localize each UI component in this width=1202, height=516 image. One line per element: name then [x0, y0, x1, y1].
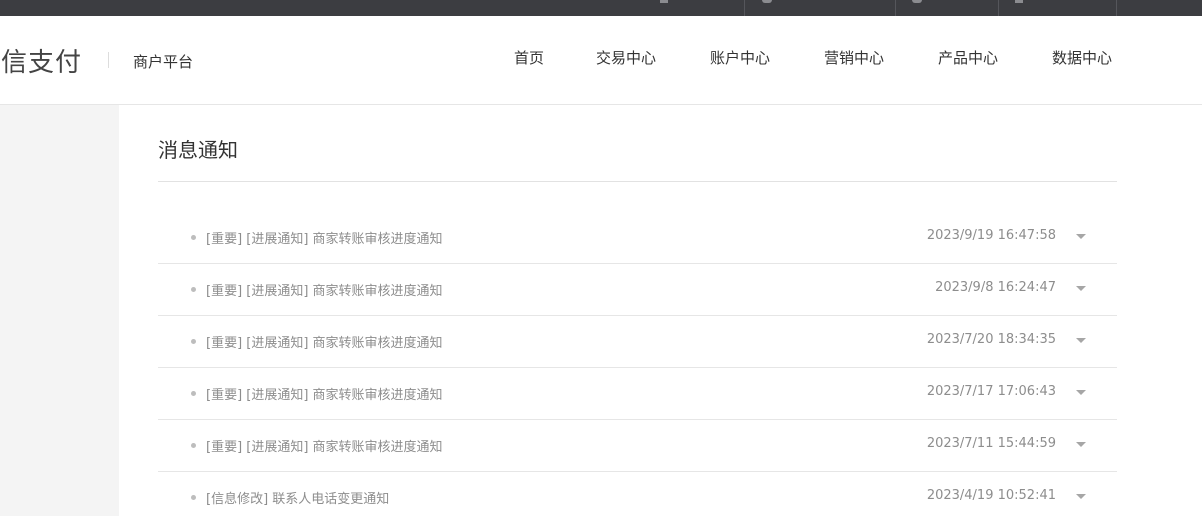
help-icon[interactable] — [912, 0, 922, 3]
header: 微信支付 商户平台 首页 交易中心 账户中心 营销中心 产品中心 数据中心 — [0, 16, 1202, 105]
page-title: 消息通知 — [158, 138, 238, 162]
message-time: 2023/7/17 17:06:43 — [926, 384, 1056, 399]
message-title[interactable]: [重要] [进展通知] 商家转账审核进度通知 — [206, 228, 443, 247]
nav-account[interactable]: 账户中心 — [710, 47, 770, 68]
bullet-icon — [191, 339, 196, 344]
logo-divider — [108, 52, 109, 68]
message-time: 2023/7/20 18:34:35 — [926, 332, 1056, 347]
expand-caret-icon[interactable] — [1076, 390, 1086, 395]
message-time: 2023/9/8 16:24:47 — [935, 280, 1056, 295]
bullet-icon — [191, 391, 196, 396]
bullet-icon — [191, 443, 196, 448]
expand-caret-icon[interactable] — [1076, 234, 1086, 239]
top-bar-divider — [744, 0, 745, 16]
brand-logo[interactable]: 微信支付 — [0, 42, 82, 79]
message-time: 2023/9/19 16:47:58 — [926, 228, 1056, 243]
message-time: 2023/7/11 15:44:59 — [926, 436, 1056, 451]
message-row[interactable]: [重要] [进展通知] 商家转账审核进度通知 2023/9/8 16:24:47 — [158, 263, 1117, 316]
message-time: 2023/4/19 10:52:41 — [926, 488, 1056, 503]
nav-products[interactable]: 产品中心 — [938, 47, 998, 68]
message-row[interactable]: [重要] [进展通知] 商家转账审核进度通知 2023/7/11 15:44:5… — [158, 419, 1117, 472]
bullet-icon — [191, 287, 196, 292]
bullet-icon — [191, 495, 196, 500]
top-bar-divider — [895, 0, 896, 16]
bullet-icon — [191, 235, 196, 240]
message-title[interactable]: [重要] [进展通知] 商家转账审核进度通知 — [206, 436, 443, 455]
user-icon[interactable] — [762, 0, 772, 3]
nav-marketing[interactable]: 营销中心 — [824, 47, 884, 68]
title-divider — [158, 181, 1117, 182]
file-icon[interactable] — [1015, 0, 1023, 3]
message-row[interactable]: [重要] [进展通知] 商家转账审核进度通知 2023/9/19 16:47:5… — [158, 211, 1117, 264]
top-bar — [0, 0, 1202, 16]
expand-caret-icon[interactable] — [1076, 442, 1086, 447]
left-sidebar — [0, 105, 119, 516]
message-title[interactable]: [重要] [进展通知] 商家转账审核进度通知 — [206, 280, 443, 299]
message-title[interactable]: [信息修改] 联系人电话变更通知 — [206, 488, 389, 507]
doc-icon[interactable] — [660, 0, 668, 3]
message-title[interactable]: [重要] [进展通知] 商家转账审核进度通知 — [206, 332, 443, 351]
top-bar-divider — [998, 0, 999, 16]
platform-subtitle: 商户平台 — [133, 53, 194, 71]
message-title[interactable]: [重要] [进展通知] 商家转账审核进度通知 — [206, 384, 443, 403]
message-row[interactable]: [重要] [进展通知] 商家转账审核进度通知 2023/7/17 17:06:4… — [158, 367, 1117, 420]
message-row[interactable]: [信息修改] 联系人电话变更通知 2023/4/19 10:52:41 — [158, 471, 1117, 516]
expand-caret-icon[interactable] — [1076, 286, 1086, 291]
nav-data[interactable]: 数据中心 — [1052, 47, 1112, 68]
expand-caret-icon[interactable] — [1076, 494, 1086, 499]
nav-transactions[interactable]: 交易中心 — [596, 47, 656, 68]
message-row[interactable]: [重要] [进展通知] 商家转账审核进度通知 2023/7/20 18:34:3… — [158, 315, 1117, 368]
top-bar-divider — [1116, 0, 1117, 16]
expand-caret-icon[interactable] — [1076, 338, 1086, 343]
nav-home[interactable]: 首页 — [514, 47, 544, 68]
